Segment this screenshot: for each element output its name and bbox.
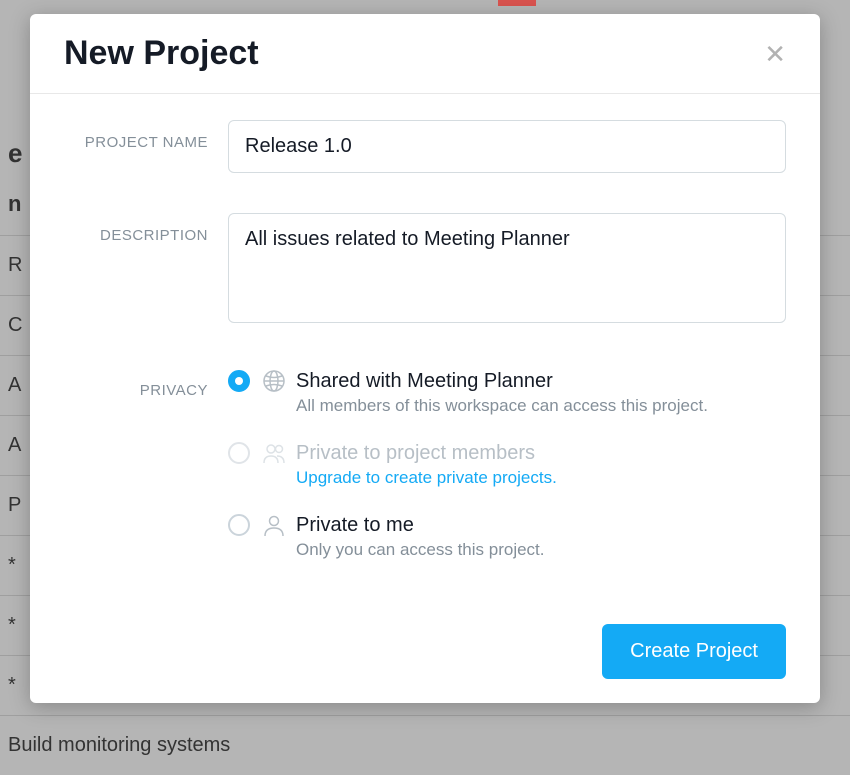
description-row: DESCRIPTION All issues related to Meetin… bbox=[64, 213, 786, 328]
modal-body: PROJECT NAME DESCRIPTION All issues rela… bbox=[30, 94, 820, 610]
privacy-option-shared[interactable]: Shared with Meeting Planner All members … bbox=[228, 368, 786, 416]
modal-footer: Create Project bbox=[30, 610, 820, 703]
upgrade-link[interactable]: Upgrade to create private projects. bbox=[296, 468, 786, 488]
list-item: Build monitoring systems bbox=[0, 716, 850, 775]
privacy-option-subtitle: Only you can access this project. bbox=[296, 540, 786, 560]
privacy-option-title: Shared with Meeting Planner bbox=[296, 368, 786, 394]
privacy-option-members: Private to project members Upgrade to cr… bbox=[228, 440, 786, 488]
privacy-label: PRIVACY bbox=[64, 368, 228, 399]
close-icon[interactable]: ✕ bbox=[764, 41, 786, 67]
privacy-option-title: Private to project members bbox=[296, 440, 786, 466]
radio-button[interactable] bbox=[228, 370, 250, 392]
privacy-row: PRIVACY Shared with Meeting Planner bbox=[64, 368, 786, 570]
person-icon bbox=[262, 513, 286, 537]
project-name-label: PROJECT NAME bbox=[64, 120, 228, 151]
radio-button bbox=[228, 442, 250, 464]
globe-icon bbox=[262, 369, 286, 393]
description-label: DESCRIPTION bbox=[64, 213, 228, 244]
privacy-option-me[interactable]: Private to me Only you can access this p… bbox=[228, 512, 786, 560]
modal-header: New Project ✕ bbox=[30, 14, 820, 94]
radio-button[interactable] bbox=[228, 514, 250, 536]
project-name-input[interactable] bbox=[228, 120, 786, 173]
create-project-button[interactable]: Create Project bbox=[602, 624, 786, 679]
modal-title: New Project bbox=[64, 34, 259, 73]
new-project-modal: New Project ✕ PROJECT NAME DESCRIPTION A… bbox=[30, 14, 820, 703]
privacy-option-subtitle: All members of this workspace can access… bbox=[296, 396, 786, 416]
description-input[interactable]: All issues related to Meeting Planner bbox=[228, 213, 786, 323]
project-name-row: PROJECT NAME bbox=[64, 120, 786, 173]
privacy-option-title: Private to me bbox=[296, 512, 786, 538]
people-icon bbox=[262, 441, 286, 465]
